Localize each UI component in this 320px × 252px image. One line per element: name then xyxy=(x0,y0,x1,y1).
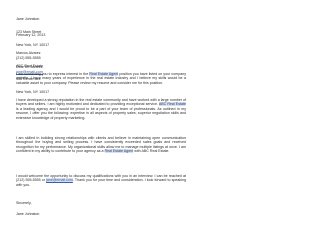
salutation: Dear Mr. Alvarez, xyxy=(16,65,44,69)
cover-letter-page: Jane Johnston 123 Main Street New York, … xyxy=(0,0,200,252)
body-paragraph-1: I am contacting you to express interest … xyxy=(16,72,187,85)
recipient-city: New York, NY 10017 xyxy=(16,90,50,95)
highlighted-phrase: Real Estate Agent xyxy=(89,72,119,76)
email-link[interactable]: jane@email.com xyxy=(46,178,73,183)
sender-name: Jane Johnston xyxy=(16,16,40,21)
recipient-name: Marcus Alvarez xyxy=(16,50,41,55)
letter-date: February 12, 2013 xyxy=(16,33,46,37)
closing: Sincerely, xyxy=(16,201,32,205)
signature-name: Jane Johnston xyxy=(16,212,40,216)
body-paragraph-2: I have developed a strong reputation in … xyxy=(16,98,187,120)
body-paragraph-4: I would welcome the opportunity to discu… xyxy=(16,174,187,187)
body-paragraph-3: I am skilled in building strong relation… xyxy=(16,136,187,154)
highlighted-phrase: ABC Real Estate xyxy=(158,102,186,107)
highlighted-phrase: Real Estate Agent xyxy=(104,149,134,154)
